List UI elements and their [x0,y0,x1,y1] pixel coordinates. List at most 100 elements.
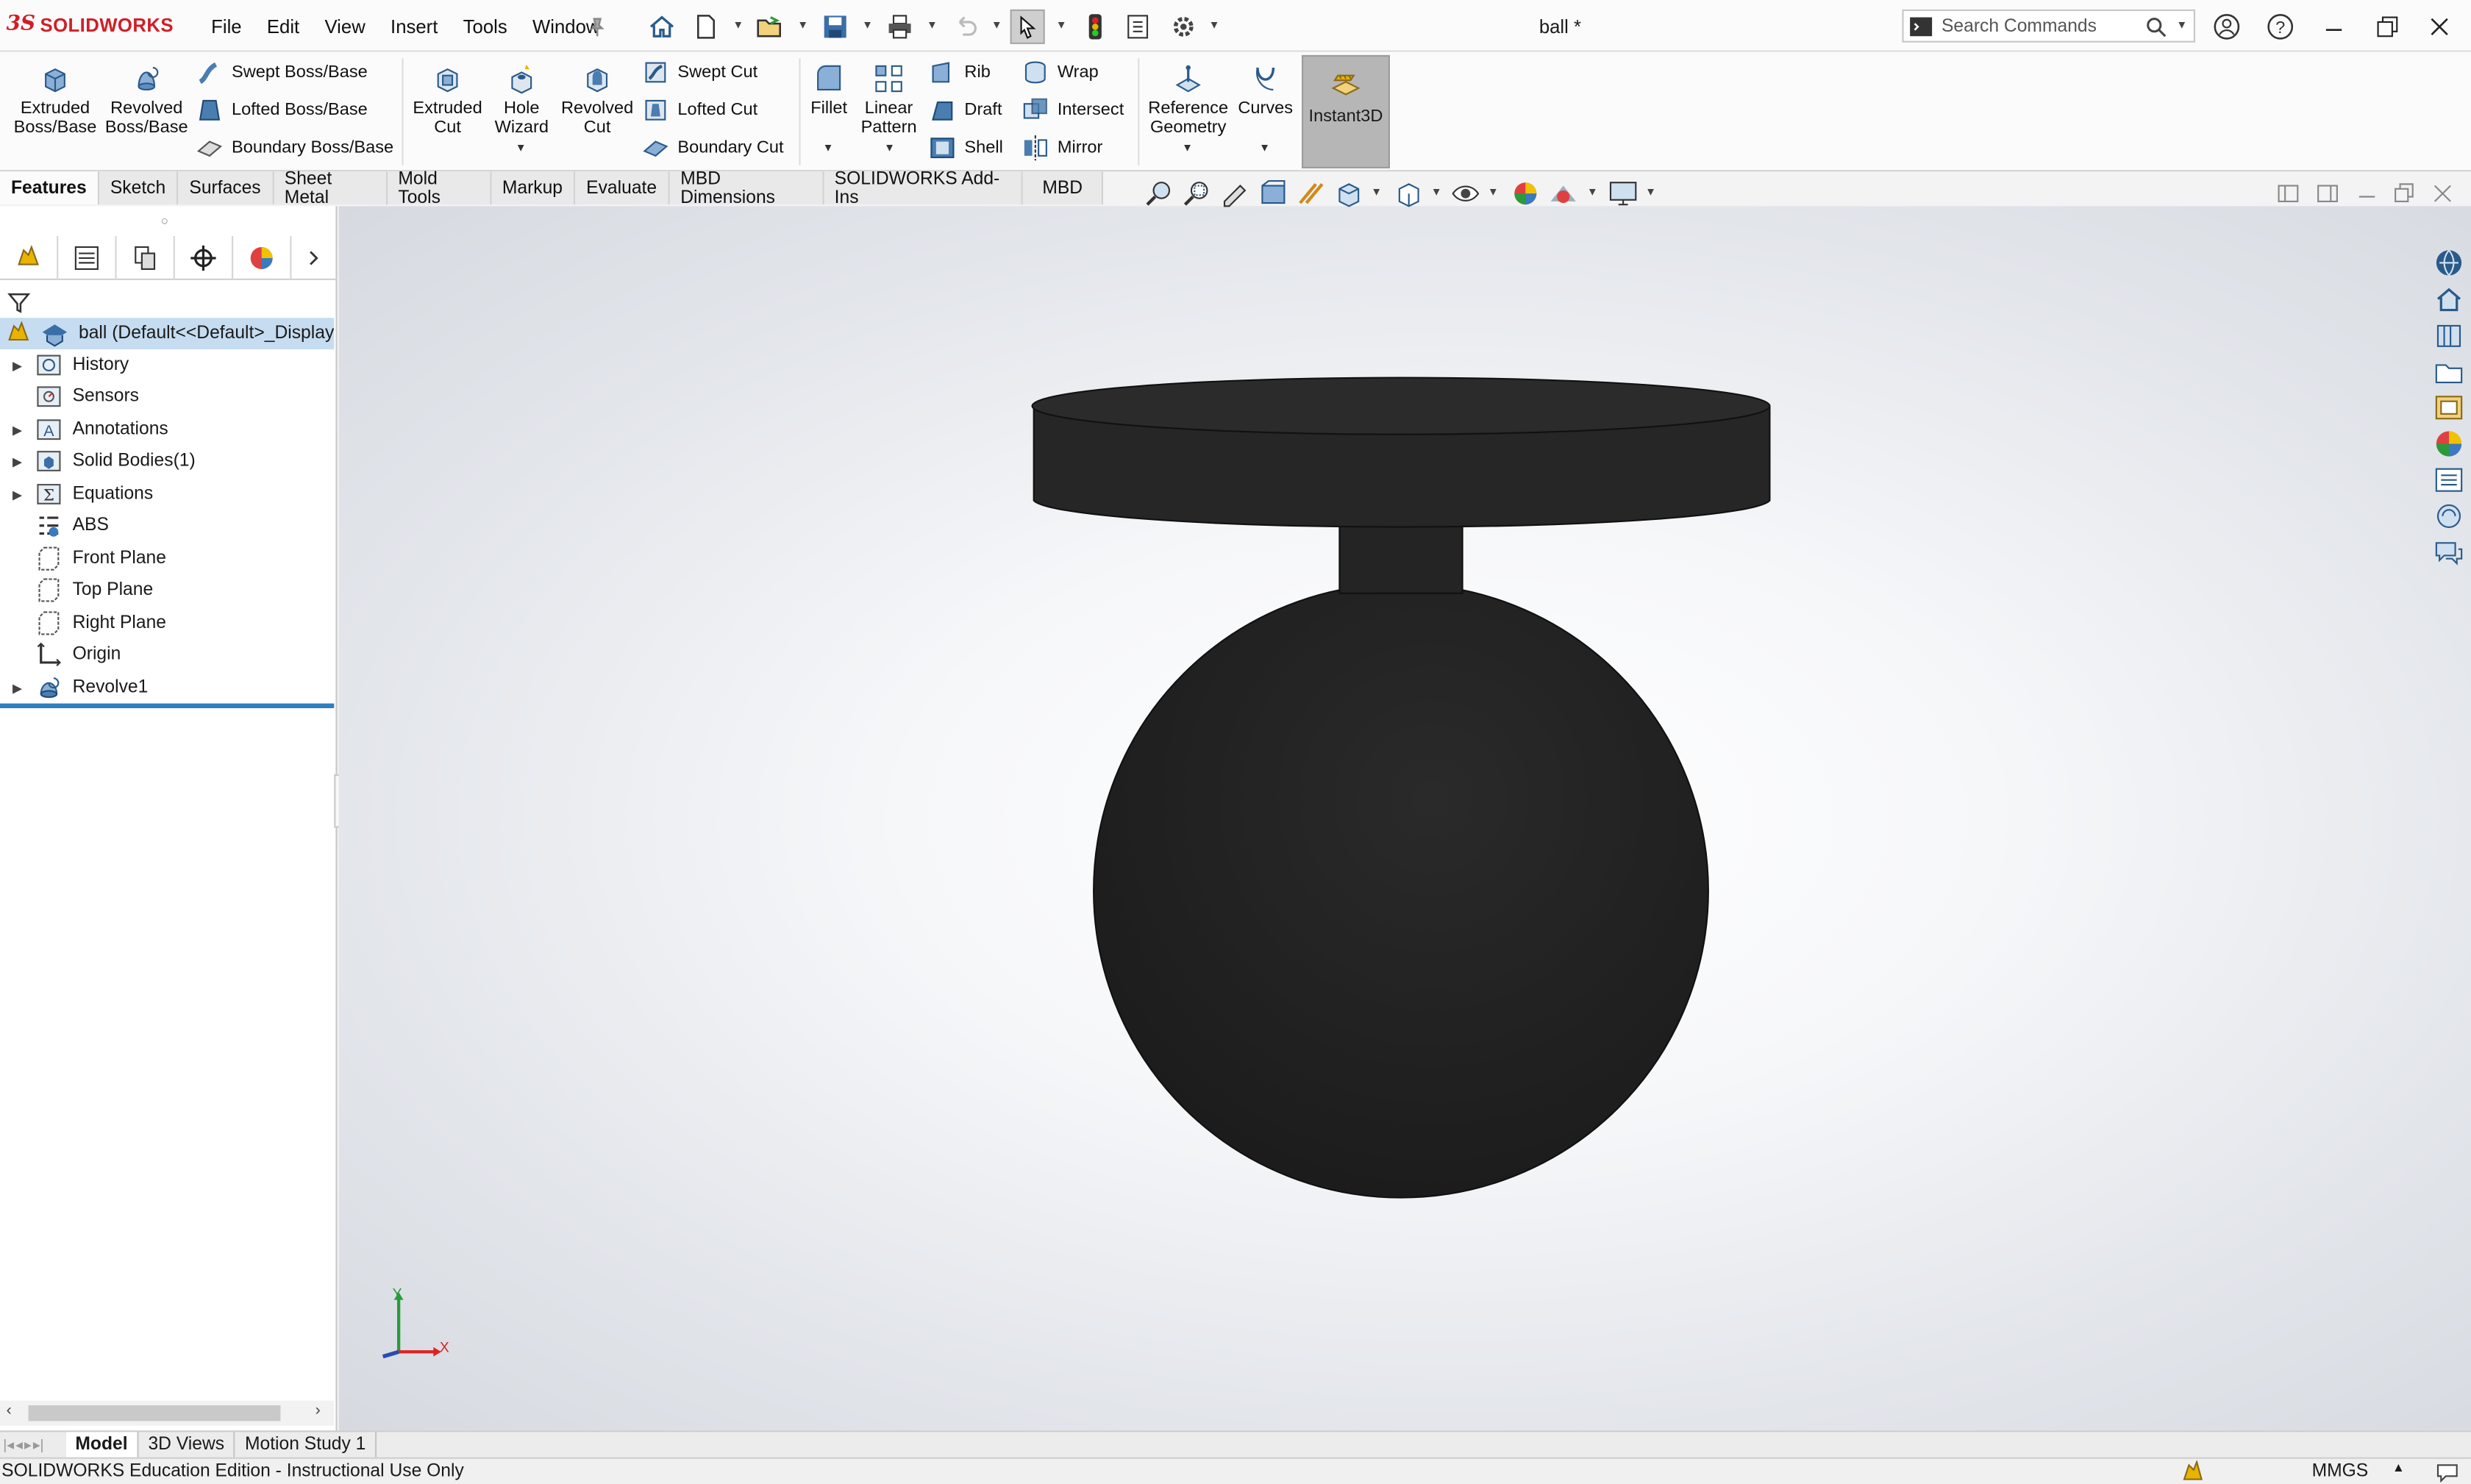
restore-window-icon[interactable] [2370,10,2405,44]
save-dropdown-chevron-icon[interactable]: ▼ [862,21,873,32]
shell-button[interactable]: Shell [928,134,1003,163]
tree-item-history[interactable]: ▶ History [0,349,129,381]
expand-arrow-icon[interactable]: ▶ [0,358,35,372]
status-message-icon[interactable] [2435,1460,2460,1483]
fillet-button[interactable]: Fillet [805,61,852,118]
swept-boss-base-button[interactable]: Swept Boss/Base [196,58,368,87]
tab-sketch[interactable]: Sketch [99,171,179,205]
undo-icon[interactable] [947,10,982,44]
wrap-button[interactable]: Wrap [1021,58,1099,87]
curves-chevron-icon[interactable]: ▼ [1259,143,1270,154]
tab-features[interactable]: Features [0,171,99,205]
apply-scene-icon[interactable] [1547,178,1579,210]
search-dropdown-chevron-icon[interactable]: ▼ [2176,21,2187,32]
menu-edit[interactable]: Edit [254,15,313,38]
feature-manager-tab-icon[interactable] [0,236,59,280]
revolved-cut-button[interactable]: Revolved Cut [558,61,637,137]
search-input[interactable]: Search Commands [1942,16,2145,35]
menu-insert[interactable]: Insert [378,15,451,38]
viewport-split-right-icon[interactable] [2315,181,2340,206]
next-tab-arrow-icon[interactable]: ▸ [24,1436,32,1454]
rebuild-traffic-light-icon[interactable] [1078,10,1113,44]
menu-view[interactable]: View [312,15,378,38]
design-library-home-icon[interactable] [2433,283,2465,315]
solidworks-logo[interactable]: 3S SOLIDWORKS [7,13,174,36]
unit-system-chevron-icon[interactable]: ▲ [2392,1460,2405,1474]
view-settings-chevron-icon[interactable]: ▼ [1645,188,1656,199]
tree-item-revolve1[interactable]: ▶ Revolve1 [0,672,148,704]
view-orientation-icon[interactable] [1333,178,1365,210]
tree-root-part[interactable]: ball (Default<<Default>_Display [0,318,335,350]
user-account-icon[interactable] [2209,10,2244,44]
hole-wizard-chevron-icon[interactable]: ▼ [516,143,527,154]
filter-icon[interactable] [7,290,32,315]
view-orientation-chevron-icon[interactable]: ▼ [1371,188,1382,199]
panel-more-chevron-icon[interactable] [291,236,335,280]
display-style-icon[interactable] [1393,178,1425,210]
prev-tab-arrow-icon[interactable]: ◂ [15,1436,23,1454]
print-dropdown-chevron-icon[interactable]: ▼ [927,21,938,32]
tab-model[interactable]: Model [65,1432,139,1458]
viewport-split-left-icon[interactable] [2275,181,2300,206]
rib-button[interactable]: Rib [928,58,991,87]
scroll-right-arrow-icon[interactable]: › [315,1402,321,1420]
document-close-icon[interactable] [2430,181,2455,206]
document-minimize-icon[interactable] [2354,181,2379,206]
appearances-scenes-icon[interactable] [2433,428,2465,460]
boundary-cut-button[interactable]: Boundary Cut [641,134,784,163]
tree-item-origin[interactable]: Origin [0,639,121,671]
section-view-icon[interactable] [1258,178,1289,210]
rollback-bar[interactable] [0,703,335,709]
zoom-to-area-icon[interactable] [1182,178,1213,210]
tree-item-material[interactable]: ABS [0,510,109,541]
sphere-body[interactable] [1093,582,1709,1199]
tab-surfaces[interactable]: Surfaces [178,171,274,205]
disc-top-face[interactable] [1031,377,1771,435]
tree-item-equations[interactable]: ▶ Σ Equations [0,479,153,510]
fillet-chevron-icon[interactable]: ▼ [823,143,834,154]
display-manager-tab-icon[interactable] [233,236,292,280]
select-dropdown-chevron-icon[interactable]: ▼ [1056,21,1067,32]
revolved-boss-base-button[interactable]: Revolved Boss/Base [104,61,189,137]
menu-tools[interactable]: Tools [451,15,520,38]
view-palette-icon[interactable] [2433,392,2465,424]
edit-appearance-icon[interactable] [1510,178,1541,210]
tree-item-sensors[interactable]: Sensors [0,381,139,413]
tab-3d-views[interactable]: 3D Views [139,1432,236,1458]
solidworks-resources-icon[interactable] [2433,247,2465,279]
reference-geometry-chevron-icon[interactable]: ▼ [1182,143,1193,154]
expand-arrow-icon[interactable]: ▶ [0,454,35,468]
cylinder-neck[interactable] [1338,520,1463,594]
document-restore-icon[interactable] [2392,181,2417,206]
tree-item-solid-bodies[interactable]: ▶ Solid Bodies(1) [0,446,196,477]
previous-view-icon[interactable] [1220,178,1252,210]
extruded-boss-base-button[interactable]: Extruded Boss/Base [13,61,98,137]
rebuild-status-icon[interactable] [2180,1460,2205,1483]
linear-pattern-chevron-icon[interactable]: ▼ [884,143,895,154]
undo-dropdown-chevron-icon[interactable]: ▼ [991,21,1002,32]
tab-mbd-dimensions[interactable]: MBD Dimensions [669,169,824,207]
unit-system-label[interactable]: MMGS [2312,1462,2369,1481]
search-icon[interactable] [2145,15,2167,37]
view-settings-monitor-icon[interactable] [1608,178,1639,210]
scrollbar-thumb[interactable] [28,1405,281,1421]
lofted-boss-base-button[interactable]: Lofted Boss/Base [196,96,368,125]
tab-mbd[interactable]: MBD [1023,171,1103,205]
swept-cut-button[interactable]: Swept Cut [641,58,757,87]
pin-menu-icon[interactable] [580,10,615,44]
chat-comments-icon[interactable] [2433,537,2465,568]
search-commands-box[interactable]: Search Commands ▼ [1902,9,2195,43]
tree-item-annotations[interactable]: ▶ A Annotations [0,414,168,446]
property-manager-tab-icon[interactable] [58,236,117,280]
model-ball-part[interactable] [339,206,2471,1430]
intersect-button[interactable]: Intersect [1021,96,1124,125]
hide-show-chevron-icon[interactable]: ▼ [1488,188,1499,199]
mirror-button[interactable]: Mirror [1021,134,1102,163]
home-icon[interactable] [644,10,679,44]
display-style-chevron-icon[interactable]: ▼ [1431,188,1442,199]
solidworks-forum-icon[interactable] [2433,501,2465,532]
first-tab-arrow-icon[interactable]: |◂ [3,1436,14,1454]
help-icon[interactable]: ? [2263,10,2297,44]
tree-item-front-plane[interactable]: Front Plane [0,543,166,574]
tab-markup[interactable]: Markup [491,171,576,205]
